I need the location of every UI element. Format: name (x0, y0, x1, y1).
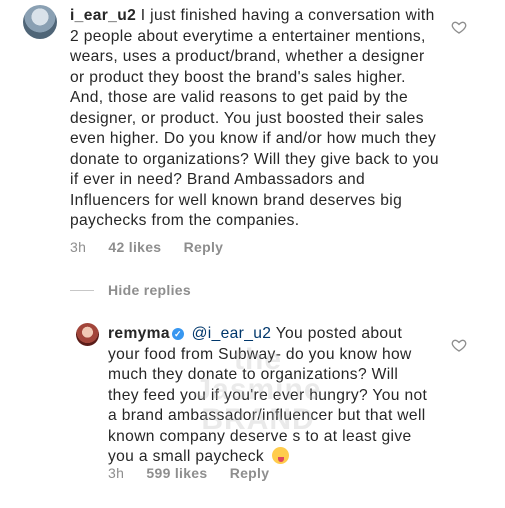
avatar[interactable] (76, 323, 99, 346)
hide-replies-button[interactable]: Hide replies (70, 282, 191, 298)
comment-meta: 3h 599 likes Reply (108, 465, 287, 481)
heart-outline-icon[interactable] (451, 337, 467, 353)
comment-time: 3h (108, 465, 125, 481)
reply-button[interactable]: Reply (230, 465, 270, 481)
verified-badge-icon: ✓ (171, 328, 184, 340)
comment-username[interactable]: remyma (108, 325, 170, 342)
avatar[interactable] (23, 5, 57, 39)
comment-meta: 3h 42 likes Reply (70, 239, 241, 255)
comment-text: You posted about your food from Subway- … (108, 325, 428, 465)
divider (70, 290, 94, 291)
mention-link[interactable]: @i_ear_u2 (192, 325, 272, 342)
heart-outline-icon[interactable] (451, 19, 467, 35)
comment-1: i_ear_u2 I just finished having a conver… (70, 6, 440, 232)
comment-username[interactable]: i_ear_u2 (70, 7, 136, 24)
comment-2: remyma ✓ @i_ear_u2 You posted about your … (108, 324, 428, 468)
reply-button[interactable]: Reply (184, 239, 224, 255)
likes-count[interactable]: 599 likes (146, 465, 207, 481)
comment-time: 3h (70, 239, 87, 255)
comment-text: I just finished having a conversation wi… (70, 7, 439, 229)
zany-face-emoji-icon (271, 447, 289, 464)
likes-count[interactable]: 42 likes (108, 239, 161, 255)
hide-replies-label: Hide replies (108, 282, 191, 298)
